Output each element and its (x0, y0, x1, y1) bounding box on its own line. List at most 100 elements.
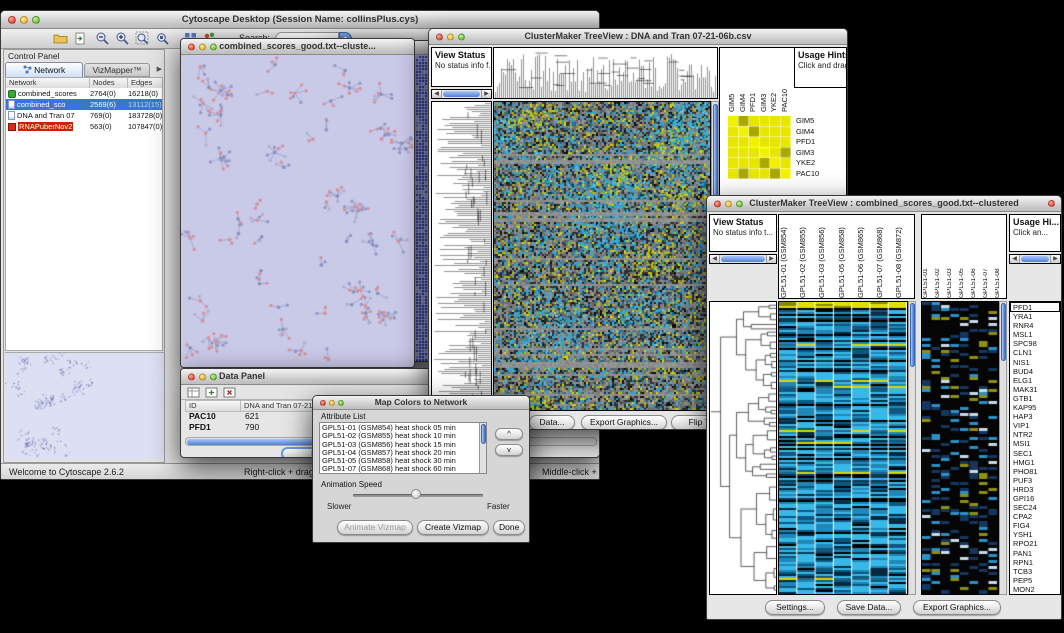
network-file-icon (8, 100, 15, 109)
export-graphics-button[interactable]: Export Graphics... (581, 415, 667, 430)
network-row[interactable]: DNA and Tran 07 769(0) 183728(0) (6, 110, 162, 121)
tab-vizmapper[interactable]: VizMapper™ (84, 63, 150, 77)
close-icon[interactable] (188, 373, 195, 380)
treeview1-title-bar[interactable]: ClusterMaker TreeView : DNA and Tran 07-… (429, 29, 847, 45)
secondary-heatmap-panel[interactable] (921, 301, 999, 595)
minimize-icon[interactable] (447, 33, 454, 40)
scroll-left-icon[interactable]: ◀ (710, 255, 720, 263)
minimize-icon[interactable] (725, 200, 732, 207)
export-graphics-button[interactable]: Export Graphics... (913, 600, 1001, 615)
save-data-button[interactable]: Data... (529, 415, 575, 430)
network-row[interactable]: RNAPuberNov2 563(0) 107847(0) (6, 121, 162, 132)
row-dendrogram-panel[interactable] (431, 101, 492, 411)
close-icon[interactable] (188, 43, 195, 50)
zoom-out-icon[interactable] (95, 31, 111, 47)
col-network[interactable]: Network (6, 78, 90, 88)
gene-labels-panel[interactable]: PFD1 YRA1 RNR4 MSL1 SPC98 CLN1 NIS1 BUD4… (1009, 301, 1061, 595)
scroll-thumb[interactable] (721, 256, 765, 262)
col-nodes[interactable]: Nodes (90, 78, 128, 88)
dendrogram-h-scrollbar[interactable]: ◀ ▶ (431, 89, 492, 99)
heatmap-canvas[interactable] (494, 102, 710, 410)
tab-overflow-icon[interactable]: ▶ (157, 65, 162, 73)
treeview2-title-bar[interactable]: ClusterMaker TreeView : combined_scores_… (707, 196, 1061, 212)
scroll-right-icon[interactable]: ▶ (481, 90, 491, 98)
scroll-left-icon[interactable]: ◀ (432, 90, 442, 98)
settings-button[interactable]: Settings... (765, 600, 825, 615)
close-icon[interactable] (8, 16, 16, 24)
network-view-title-bar[interactable]: combined_scores_good.txt--cluste... (181, 39, 414, 55)
secondary-heatmap-v-scrollbar[interactable] (999, 301, 1007, 595)
main-heatmap-v-scrollbar[interactable] (908, 301, 916, 595)
maximize-icon[interactable] (736, 200, 743, 207)
network-list-header: Network Nodes Edges (6, 78, 162, 88)
maximize-icon[interactable] (210, 373, 217, 380)
maximize-icon[interactable] (32, 16, 40, 24)
zoom-selected-icon[interactable] (155, 31, 171, 47)
scroll-right-icon[interactable]: ▶ (1050, 255, 1060, 263)
scroll-thumb[interactable] (443, 91, 480, 97)
alert-close-icon[interactable] (1048, 200, 1055, 207)
attribute-list-items[interactable]: GPL51-01 (GSM854) heat shock 05 min GPL5… (320, 423, 486, 474)
heatmap-panel[interactable] (493, 101, 711, 411)
network-overview-canvas[interactable] (5, 353, 163, 459)
dendrogram-h-scrollbar[interactable]: ◀ ▶ (709, 254, 777, 264)
maximize-icon[interactable] (210, 43, 217, 50)
row-dendrogram-canvas[interactable] (432, 102, 491, 410)
attribute-list[interactable]: GPL51-01 (GSM854) heat shock 05 min GPL5… (319, 422, 487, 474)
correlation-matrix-canvas[interactable] (728, 116, 791, 179)
save-data-button[interactable]: Save Data... (837, 600, 901, 615)
col-label: GPL51-02 (935, 217, 947, 298)
close-icon[interactable] (436, 33, 443, 40)
attribute-list-label: Attribute List (321, 412, 365, 421)
animate-vizmap-button[interactable]: Animate Vizmap (337, 520, 413, 535)
matrix-column-labels: GIM5 GIM4 PFD1 GIM3 YKE2 PAC10 (728, 50, 791, 112)
scroll-right-icon[interactable]: ▶ (766, 255, 776, 263)
zoom-fit-icon[interactable] (135, 31, 151, 47)
scroll-thumb[interactable] (1021, 256, 1049, 262)
col-edges[interactable]: Edges (128, 78, 163, 88)
scroll-thumb[interactable] (1001, 303, 1006, 361)
col-label: GPL51-01 (923, 217, 935, 298)
maximize-icon[interactable] (338, 400, 344, 406)
tab-network[interactable]: Network (5, 62, 83, 77)
network-overview[interactable] (5, 352, 165, 460)
scroll-thumb[interactable] (713, 104, 718, 196)
zoom-in-icon[interactable] (115, 31, 131, 47)
dialog-title-bar[interactable]: Map Colors to Network (313, 396, 529, 410)
minimize-icon[interactable] (199, 373, 206, 380)
done-button[interactable]: Done (493, 520, 525, 535)
create-vizmap-button[interactable]: Create Vizmap (417, 520, 489, 535)
import-network-icon[interactable] (73, 31, 89, 47)
minimize-icon[interactable] (20, 16, 28, 24)
usage-hints-text: Click an... (1010, 227, 1060, 237)
main-title-bar[interactable]: Cytoscape Desktop (Session Name: collins… (1, 11, 599, 29)
close-icon[interactable] (714, 200, 721, 207)
network-row-selected[interactable]: combined_sco 2569(6) 13112(15) (6, 99, 162, 110)
labels-h-scrollbar[interactable]: ◀ ▶ (1009, 254, 1061, 264)
move-down-button[interactable]: v (495, 444, 523, 456)
scroll-left-icon[interactable]: ◀ (1010, 255, 1020, 263)
attribute-list-scrollbar[interactable] (479, 423, 486, 473)
selected-gene-highlight (1010, 302, 1060, 312)
col-label: GPL51-05 (GSM858) (838, 217, 857, 298)
window-controls (188, 43, 217, 50)
scroll-thumb[interactable] (910, 303, 915, 367)
minimize-icon[interactable] (199, 43, 206, 50)
main-heatmap-canvas[interactable] (779, 302, 907, 594)
minimize-icon[interactable] (329, 400, 335, 406)
maximize-icon[interactable] (458, 33, 465, 40)
main-heatmap-panel[interactable] (778, 301, 908, 595)
column-dendrogram-panel[interactable] (493, 47, 718, 99)
open-session-icon[interactable] (53, 31, 69, 47)
slider-thumb[interactable] (411, 489, 421, 499)
row-dendrogram-canvas[interactable] (710, 302, 776, 594)
scroll-thumb[interactable] (481, 424, 486, 444)
network-canvas[interactable] (181, 55, 414, 368)
move-up-button[interactable]: ^ (495, 428, 523, 440)
usage-hints-title: Usage Hi... (1010, 215, 1060, 227)
row-dendrogram-panel[interactable] (709, 301, 777, 595)
close-icon[interactable] (320, 400, 326, 406)
network-row[interactable]: combined_scores 2764(0) 16218(0) (6, 88, 162, 99)
column-dendrogram-canvas[interactable] (494, 48, 717, 98)
secondary-heatmap-canvas[interactable] (922, 302, 998, 594)
